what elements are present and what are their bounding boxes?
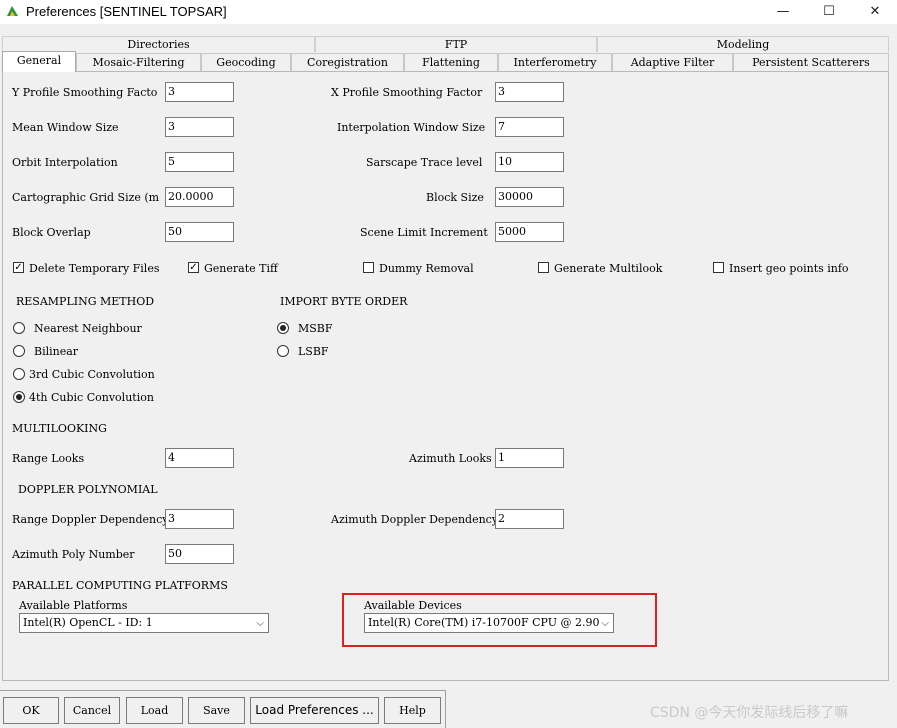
- watermark: CSDN @今天你发际线后移了嘛: [650, 705, 849, 721]
- range-looks-input[interactable]: 4: [165, 448, 234, 468]
- insert-geo-points-label: Insert geo points info: [729, 262, 849, 275]
- block-overlap-input[interactable]: 50: [165, 222, 234, 242]
- window-title: Preferences [SENTINEL TOPSAR]: [26, 4, 227, 19]
- chevron-down-icon: ⌵: [256, 618, 264, 629]
- save-button[interactable]: Save: [188, 697, 245, 724]
- maximize-icon[interactable]: ☐: [806, 0, 852, 24]
- y-profile-input[interactable]: 3: [165, 82, 234, 102]
- interp-window-input[interactable]: 7: [495, 117, 564, 137]
- bilinear-radio[interactable]: [13, 345, 25, 357]
- azimuth-poly-label: Azimuth Poly Number: [12, 548, 135, 561]
- multilooking-title: MULTILOOKING: [12, 422, 107, 435]
- load-preferences-button[interactable]: Load Preferences ...: [250, 697, 379, 724]
- lsbf-label: LSBF: [298, 345, 329, 358]
- cubic4-radio[interactable]: [13, 391, 25, 403]
- check-icon: ✓: [189, 262, 198, 273]
- dummy-removal-label: Dummy Removal: [379, 262, 474, 275]
- x-profile-input[interactable]: 3: [495, 82, 564, 102]
- x-profile-label: X Profile Smoothing Factor: [331, 86, 483, 99]
- tab-flattening[interactable]: Flattening: [404, 53, 498, 71]
- cancel-button[interactable]: Cancel: [64, 697, 120, 724]
- doppler-title: DOPPLER POLYNOMIAL: [18, 483, 158, 496]
- radio-dot-icon: [280, 325, 286, 331]
- lsbf-radio[interactable]: [277, 345, 289, 357]
- cubic4-label: 4th Cubic Convolution: [29, 391, 154, 404]
- scene-limit-label: Scene Limit Increment: [360, 226, 488, 239]
- azimuth-looks-input[interactable]: 1: [495, 448, 564, 468]
- tab-general[interactable]: General: [2, 51, 76, 72]
- ok-button[interactable]: OK: [3, 697, 59, 724]
- dummy-removal-checkbox[interactable]: [363, 262, 374, 273]
- tab-interferometry[interactable]: Interferometry: [498, 53, 612, 71]
- highlight-box: [342, 593, 657, 647]
- trace-level-input[interactable]: 10: [495, 152, 564, 172]
- platforms-value: Intel(R) OpenCL - ID: 1: [23, 616, 153, 629]
- insert-geo-points-checkbox[interactable]: [713, 262, 724, 273]
- orbit-interp-label: Orbit Interpolation: [12, 156, 118, 169]
- orbit-interp-input[interactable]: 5: [165, 152, 234, 172]
- platforms-select[interactable]: Intel(R) OpenCL - ID: 1 ⌵: [19, 613, 269, 633]
- app-icon: [7, 6, 18, 16]
- trace-level-label: Sarscape Trace level: [366, 156, 483, 169]
- bilinear-label: Bilinear: [34, 345, 79, 358]
- block-overlap-label: Block Overlap: [12, 226, 91, 239]
- tab-directories[interactable]: Directories: [2, 36, 315, 52]
- tab-persistent-scatterers[interactable]: Persistent Scatterers: [733, 53, 889, 71]
- help-button[interactable]: Help: [384, 697, 441, 724]
- tab-mosaic-filtering[interactable]: Mosaic-Filtering: [76, 53, 201, 71]
- tab-modeling[interactable]: Modeling: [597, 36, 889, 52]
- generate-multilook-label: Generate Multilook: [554, 262, 663, 275]
- platforms-label: Available Platforms: [19, 599, 128, 612]
- azimuth-doppler-input[interactable]: 2: [495, 509, 564, 529]
- resampling-title: RESAMPLING METHOD: [16, 295, 155, 308]
- close-icon[interactable]: ✕: [852, 0, 897, 24]
- load-button[interactable]: Load: [126, 697, 183, 724]
- azimuth-poly-input[interactable]: 50: [165, 544, 234, 564]
- interp-window-label: Interpolation Window Size: [337, 121, 486, 134]
- delete-temp-label: Delete Temporary Files: [29, 262, 160, 275]
- tab-coregistration[interactable]: Coregistration: [291, 53, 404, 71]
- check-icon: ✓: [14, 262, 23, 273]
- cubic3-label: 3rd Cubic Convolution: [29, 368, 155, 381]
- y-profile-label: Y Profile Smoothing Facto: [12, 86, 158, 99]
- generate-tiff-checkbox[interactable]: ✓: [188, 262, 199, 273]
- tab-geocoding[interactable]: Geocoding: [201, 53, 291, 71]
- mean-window-label: Mean Window Size: [12, 121, 119, 134]
- carto-grid-label: Cartographic Grid Size (m: [12, 191, 160, 204]
- tab-adaptive-filter[interactable]: Adaptive Filter: [612, 53, 733, 71]
- azimuth-doppler-label: Azimuth Doppler Dependency: [331, 513, 499, 526]
- radio-dot-icon: [16, 394, 22, 400]
- nearest-neighbour-label: Nearest Neighbour: [34, 322, 142, 335]
- carto-grid-input[interactable]: 20.0000: [165, 187, 234, 207]
- cubic3-radio[interactable]: [13, 368, 25, 380]
- parallel-title: PARALLEL COMPUTING PLATFORMS: [12, 579, 228, 592]
- block-size-input[interactable]: 30000: [495, 187, 564, 207]
- msbf-radio[interactable]: [277, 322, 289, 334]
- nearest-neighbour-radio[interactable]: [13, 322, 25, 334]
- scene-limit-input[interactable]: 5000: [495, 222, 564, 242]
- msbf-label: MSBF: [298, 322, 333, 335]
- mean-window-input[interactable]: 3: [165, 117, 234, 137]
- delete-temp-checkbox[interactable]: ✓: [13, 262, 24, 273]
- generate-tiff-label: Generate Tiff: [204, 262, 278, 275]
- azimuth-looks-label: Azimuth Looks: [409, 452, 492, 465]
- minimize-icon[interactable]: —: [760, 0, 806, 24]
- title-bar: Preferences [SENTINEL TOPSAR] — ☐ ✕: [0, 0, 897, 24]
- generate-multilook-checkbox[interactable]: [538, 262, 549, 273]
- tab-ftp[interactable]: FTP: [315, 36, 597, 52]
- range-doppler-input[interactable]: 3: [165, 509, 234, 529]
- range-doppler-label: Range Doppler Dependency: [12, 513, 169, 526]
- byte-order-title: IMPORT BYTE ORDER: [280, 295, 408, 308]
- block-size-label: Block Size: [426, 191, 484, 204]
- range-looks-label: Range Looks: [12, 452, 85, 465]
